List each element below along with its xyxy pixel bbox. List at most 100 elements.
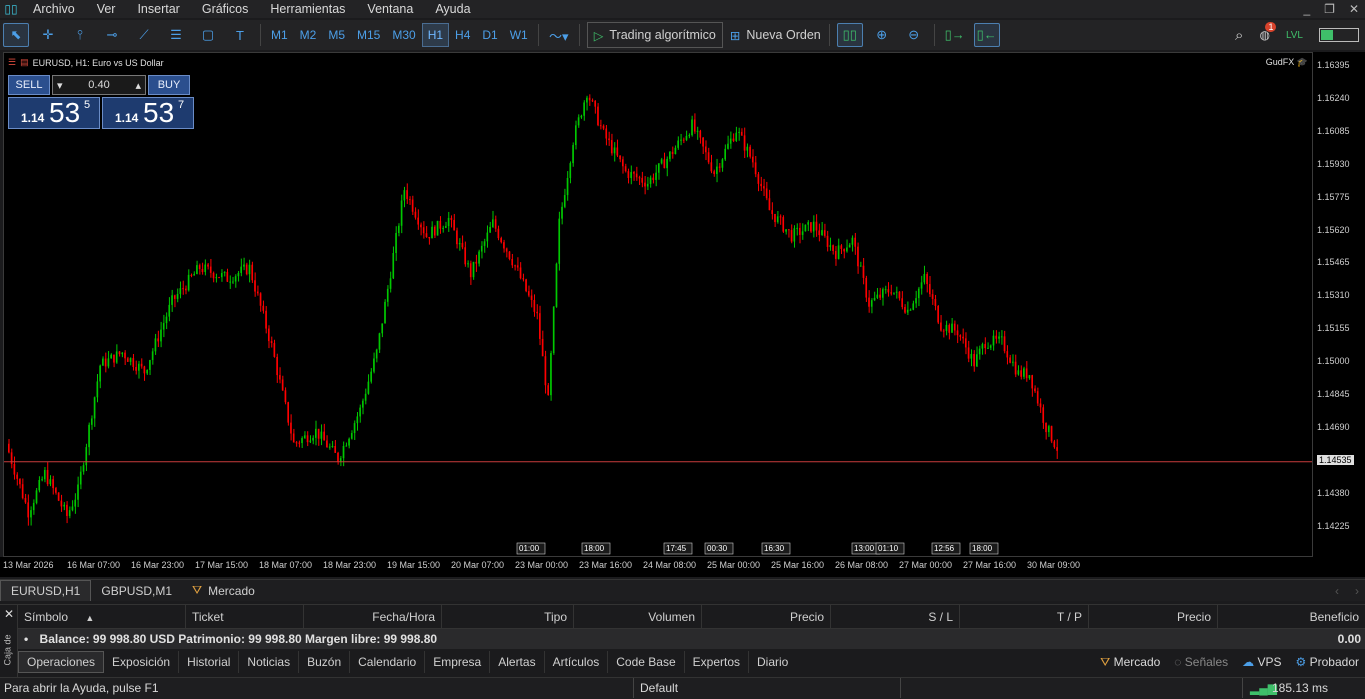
lot-value[interactable]: 0.40: [88, 79, 109, 91]
balance-row[interactable]: • Balance: 99 998.80 USD Patrimonio: 99 …: [18, 629, 1365, 649]
tf-m1[interactable]: M1: [265, 23, 294, 47]
event-marker-label[interactable]: 17:45: [666, 544, 687, 553]
tab-noticias[interactable]: Noticias: [239, 651, 300, 673]
lot-decrease-icon[interactable]: ▾: [57, 79, 63, 92]
chart-area[interactable]: 01:00 18:00 17:45 00:30 16:30 13:00 01:10 12:56…: [3, 52, 1313, 557]
sell-price-box[interactable]: 1.14 53 5: [8, 97, 100, 129]
tab-operaciones[interactable]: Operaciones: [18, 651, 105, 673]
event-marker-label[interactable]: 00:30: [707, 544, 728, 553]
tf-m15[interactable]: M15: [351, 23, 386, 47]
zoom-in-icon[interactable]: ⊕: [869, 23, 895, 47]
indicators-icon[interactable]: 〜▾: [546, 23, 572, 47]
shapes-icon[interactable]: ▢: [195, 23, 221, 47]
close-icon[interactable]: ✕: [1349, 0, 1359, 18]
tab-alertas[interactable]: Alertas: [490, 651, 545, 673]
tab-buzon[interactable]: Buzón: [299, 651, 351, 673]
tabs-scroll-left-icon[interactable]: ‹: [1335, 584, 1339, 598]
candle-body: [583, 102, 585, 116]
price-axis[interactable]: 1.16395 1.16240 1.16085 1.15930 1.15775 1.156…: [1313, 52, 1365, 557]
cursor-icon[interactable]: ⬉: [3, 23, 29, 47]
new-order-button[interactable]: ⊞ Nueva Orden: [726, 22, 825, 48]
menu-ayuda[interactable]: Ayuda: [424, 0, 481, 18]
trendline-icon[interactable]: ⟋: [131, 23, 157, 47]
tab-calendario[interactable]: Calendario: [350, 651, 426, 673]
tf-m30[interactable]: M30: [386, 23, 421, 47]
status-profile[interactable]: Default: [640, 678, 678, 698]
lot-increase-icon[interactable]: ▴: [135, 79, 141, 92]
col-simbolo[interactable]: Símbolo ▲: [18, 605, 186, 629]
buy-button[interactable]: BUY: [148, 75, 190, 95]
menu-ver[interactable]: Ver: [86, 0, 127, 18]
col-precio-actual[interactable]: Precio: [1089, 605, 1218, 629]
candlestick-chart[interactable]: 01:00 18:00 17:45 00:30 16:30 13:00 01:10 12:56…: [4, 53, 1312, 556]
tf-w1[interactable]: W1: [504, 23, 534, 47]
candles-icon[interactable]: ▯▯: [836, 23, 863, 47]
candle-body: [1014, 361, 1017, 375]
tab-eurusd-h1[interactable]: EURUSD,H1: [0, 580, 92, 601]
event-marker-label[interactable]: 01:10: [878, 544, 899, 553]
menu-ventana[interactable]: Ventana: [356, 0, 424, 18]
tab-gbpusd-m1[interactable]: GBPUSD,M1: [91, 580, 182, 601]
col-volumen[interactable]: Volumen: [574, 605, 702, 629]
crosshair-icon[interactable]: ✛: [35, 23, 61, 47]
buy-price-box[interactable]: 1.14 53 7: [102, 97, 194, 129]
event-marker-label[interactable]: 01:00: [519, 544, 540, 553]
app-logo-icon[interactable]: ▯▯: [0, 2, 22, 16]
tab-expertos[interactable]: Expertos: [685, 651, 749, 673]
col-precio[interactable]: Precio: [702, 605, 831, 629]
tf-m2[interactable]: M2: [294, 23, 323, 47]
tab-articulos[interactable]: Artículos: [545, 651, 609, 673]
menu-archivo[interactable]: Archivo: [22, 0, 86, 18]
level-icon[interactable]: LVL: [1286, 30, 1303, 41]
tabs-scroll-right-icon[interactable]: ›: [1355, 584, 1359, 598]
tab-mercado-bottom[interactable]: ⛛ Mercado: [1100, 655, 1160, 670]
menu-graficos[interactable]: Gráficos: [191, 0, 260, 18]
toolbox-close-icon[interactable]: ✕: [4, 607, 14, 621]
event-marker-label[interactable]: 18:00: [584, 544, 605, 553]
col-ticket[interactable]: Ticket: [186, 605, 304, 629]
col-tp[interactable]: T / P: [960, 605, 1089, 629]
tf-h1[interactable]: H1: [421, 23, 450, 47]
time-axis[interactable]: 13 Mar 2026 16 Mar 07:00 16 Mar 23:00 17 Ma…: [0, 557, 1365, 577]
tab-diario[interactable]: Diario: [749, 651, 796, 673]
candle-body: [984, 344, 986, 349]
tab-empresa[interactable]: Empresa: [425, 651, 491, 673]
vertical-line-icon[interactable]: ⫯: [67, 23, 93, 47]
col-beneficio[interactable]: Beneficio: [1218, 605, 1365, 629]
col-sl[interactable]: S / L: [831, 605, 960, 629]
tab-exposicion[interactable]: Exposición: [104, 651, 180, 673]
balance-bullet-icon: •: [24, 632, 29, 646]
event-marker-label[interactable]: 13:00: [854, 544, 875, 553]
tab-historial[interactable]: Historial: [179, 651, 240, 673]
lot-size-field[interactable]: ▾ 0.40 ▴: [52, 75, 146, 95]
tab-senales[interactable]: ◌ Señales: [1174, 655, 1228, 669]
tf-m5[interactable]: M5: [322, 23, 351, 47]
horizontal-line-icon[interactable]: ⊸: [99, 23, 125, 47]
chart-shift-icon[interactable]: ▯←: [973, 23, 1000, 47]
tf-d1[interactable]: D1: [476, 23, 503, 47]
notifications-icon[interactable]: ◍ 1: [1259, 22, 1277, 42]
tf-h4[interactable]: H4: [449, 23, 476, 47]
autoscroll-icon[interactable]: ▯→: [942, 23, 968, 47]
menu-insertar[interactable]: Insertar: [126, 0, 190, 18]
event-marker-label[interactable]: 12:56: [934, 544, 955, 553]
event-marker-label[interactable]: 18:00: [972, 544, 993, 553]
sell-button[interactable]: SELL: [8, 75, 50, 95]
algo-trading-button[interactable]: ▷ Trading algorítmico: [586, 22, 723, 48]
tab-vps[interactable]: ☁ VPS: [1242, 655, 1281, 669]
chart-menu-icon[interactable]: ☰: [8, 57, 16, 68]
tab-mercado[interactable]: ⛛ Mercado: [182, 580, 265, 601]
col-fecha-hora[interactable]: Fecha/Hora: [304, 605, 442, 629]
zoom-out-icon[interactable]: ⊖: [901, 23, 927, 47]
candle-body: [190, 274, 193, 276]
event-marker-label[interactable]: 16:30: [764, 544, 785, 553]
col-tipo[interactable]: Tipo: [442, 605, 574, 629]
search-icon[interactable]: ⌕: [1235, 27, 1243, 44]
tab-probador[interactable]: ⚙ Probador: [1296, 655, 1359, 669]
text-icon[interactable]: T: [227, 23, 253, 47]
restore-icon[interactable]: ❐: [1324, 0, 1335, 18]
tab-code-base[interactable]: Code Base: [608, 651, 685, 673]
channel-icon[interactable]: ☰: [163, 23, 189, 47]
minimize-icon[interactable]: _: [1303, 0, 1310, 18]
menu-herramientas[interactable]: Herramientas: [259, 0, 356, 18]
